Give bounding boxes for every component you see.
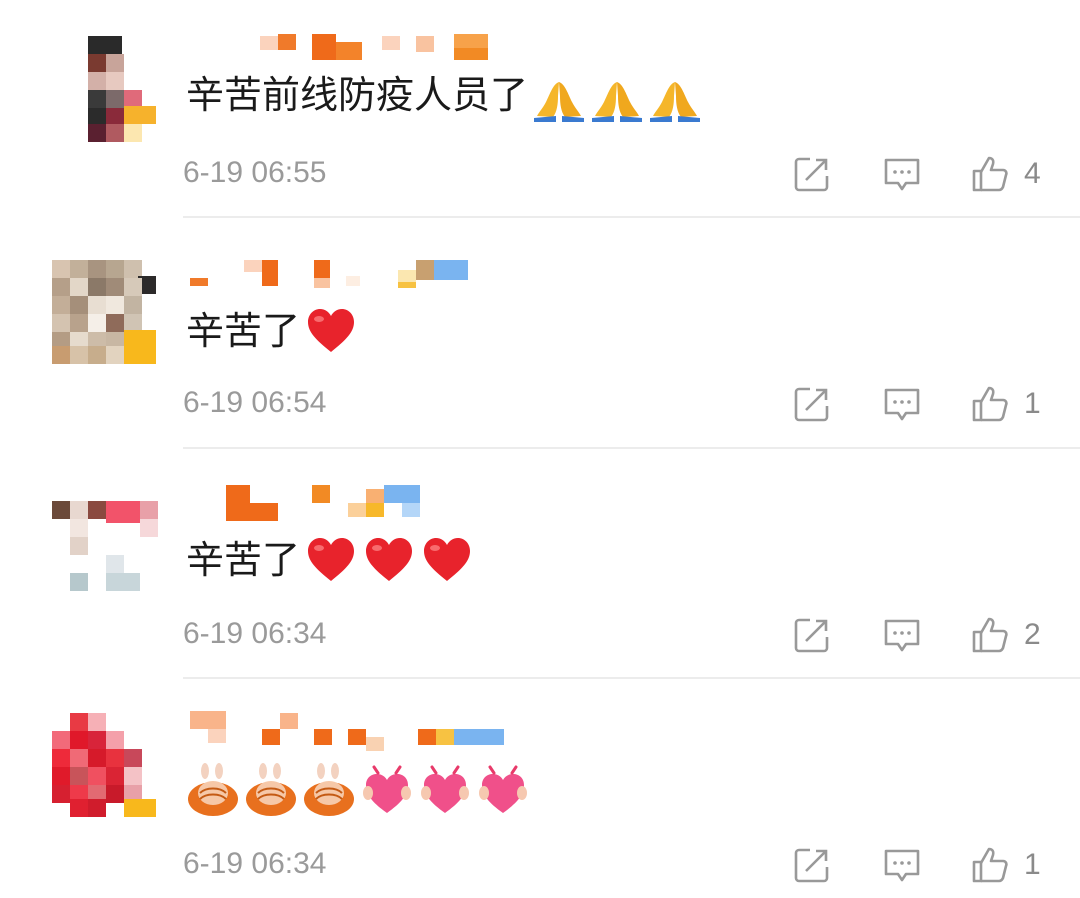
thumbs-up-icon bbox=[970, 154, 1010, 194]
folded-hands-emoji-icon bbox=[648, 68, 702, 122]
comment-timestamp: 6-19 06:54 bbox=[183, 386, 327, 419]
comment-icon[interactable] bbox=[882, 154, 922, 194]
like-button[interactable]: 1 bbox=[970, 845, 1042, 885]
like-button[interactable]: 2 bbox=[970, 615, 1042, 655]
comment-text: 辛苦前线防疫人员了 bbox=[186, 68, 706, 122]
comment-text: 辛苦了 bbox=[186, 533, 478, 587]
comment-icon[interactable] bbox=[882, 845, 922, 885]
comment-text: 辛苦了 bbox=[186, 304, 362, 358]
thumbs-up-icon bbox=[970, 384, 1010, 424]
avatar[interactable] bbox=[52, 501, 158, 605]
comment-item: 6-19 06:34 1 bbox=[0, 679, 1080, 898]
comment-item: 辛苦前线防疫人员了 6-19 06:55 4 bbox=[0, 0, 1080, 218]
thumbs-up-icon bbox=[970, 615, 1010, 655]
like-count: 2 bbox=[1024, 618, 1041, 651]
comment-text-content: 辛苦了 bbox=[186, 309, 301, 353]
emoji-group bbox=[304, 533, 478, 587]
comment-item: 辛苦了 6-19 06:54 1 bbox=[0, 218, 1080, 449]
comment-timestamp: 6-19 06:34 bbox=[183, 617, 327, 650]
heart-hands-emoji-icon bbox=[418, 763, 472, 817]
heart-hands-emoji-icon bbox=[360, 763, 414, 817]
comment-text-content: 辛苦了 bbox=[186, 538, 301, 582]
username-blurred[interactable] bbox=[260, 34, 590, 64]
share-icon[interactable] bbox=[792, 384, 832, 424]
heart-emoji-icon bbox=[304, 533, 358, 587]
share-icon[interactable] bbox=[792, 845, 832, 885]
comment-actions: 1 bbox=[792, 843, 1042, 887]
avatar[interactable] bbox=[52, 260, 156, 364]
emoji-group bbox=[532, 68, 706, 122]
comment-text bbox=[186, 763, 534, 817]
thumbs-up-icon bbox=[970, 845, 1010, 885]
like-count: 1 bbox=[1024, 387, 1041, 420]
emoji-group bbox=[186, 763, 534, 817]
heart-hands-emoji-icon bbox=[476, 763, 530, 817]
like-count: 1 bbox=[1024, 848, 1041, 881]
bunny-hug-emoji-icon bbox=[302, 763, 356, 817]
comment-icon[interactable] bbox=[882, 384, 922, 424]
avatar[interactable] bbox=[52, 713, 156, 817]
folded-hands-emoji-icon bbox=[590, 68, 644, 122]
emoji-group bbox=[304, 304, 362, 358]
heart-emoji-icon bbox=[304, 304, 358, 358]
comment-actions: 2 bbox=[792, 613, 1042, 657]
like-button[interactable]: 1 bbox=[970, 384, 1042, 424]
heart-emoji-icon bbox=[420, 533, 474, 587]
bunny-hug-emoji-icon bbox=[244, 763, 298, 817]
username-blurred[interactable] bbox=[186, 485, 516, 521]
comment-text-content: 辛苦前线防疫人员了 bbox=[186, 73, 529, 117]
username-blurred[interactable] bbox=[186, 258, 516, 288]
avatar[interactable] bbox=[52, 20, 156, 142]
like-button[interactable]: 4 bbox=[970, 154, 1042, 194]
bunny-hug-emoji-icon bbox=[186, 763, 240, 817]
like-count: 4 bbox=[1024, 157, 1041, 190]
share-icon[interactable] bbox=[792, 154, 832, 194]
comment-timestamp: 6-19 06:34 bbox=[183, 847, 327, 880]
heart-emoji-icon bbox=[362, 533, 416, 587]
comment-icon[interactable] bbox=[882, 615, 922, 655]
comment-actions: 4 bbox=[792, 152, 1042, 196]
folded-hands-emoji-icon bbox=[532, 68, 586, 122]
comment-timestamp: 6-19 06:55 bbox=[183, 156, 327, 189]
comment-item: 辛苦了 6-19 06:34 2 bbox=[0, 449, 1080, 679]
username-blurred[interactable] bbox=[186, 711, 516, 751]
comment-actions: 1 bbox=[792, 382, 1042, 426]
share-icon[interactable] bbox=[792, 615, 832, 655]
